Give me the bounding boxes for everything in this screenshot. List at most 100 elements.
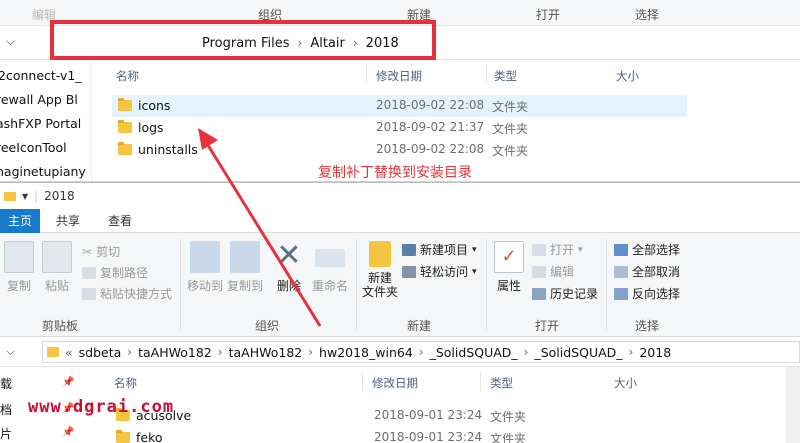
file-row[interactable]: uninstalls 2018-09-02 22:08 文件夹 [112,139,687,161]
file-date: 2018-09-02 22:08 [376,98,485,112]
folder-icon [116,430,130,443]
nav-pane-item[interactable]: 载 [0,375,12,392]
folder-icon [118,120,132,133]
background-explorer-window: 编辑 组织 新建 打开 选择 ⌵ Program Files › Altair … [0,0,800,182]
clipboard-icon [42,241,72,273]
file-row[interactable]: logs 2018-09-02 21:37 文件夹 [112,117,687,139]
chevron-down-icon[interactable]: ⌵ [6,34,15,49]
select-all-button[interactable]: 全部选择 [614,241,680,258]
copy-label: 复制 [6,279,31,293]
new-folder-icon [369,241,391,267]
ribbon-tabs: 主页 共享 查看 [0,209,800,233]
column-header-size[interactable]: 大小 [614,375,637,391]
paste-shortcut-icon [82,287,96,300]
invert-selection-button[interactable]: 反向选择 [614,285,680,302]
delete-button[interactable]: ✕ 删除 [272,241,306,294]
file-name: feko [136,430,163,443]
new-item-icon [402,243,416,256]
tab-share[interactable]: 共享 [48,209,88,233]
address-bar: ⌵ « sdbeta › taAHWo182 › taAHWo182 › hw2… [0,337,800,367]
column-header-date[interactable]: 修改日期 [376,68,422,84]
breadcrumb-item[interactable]: taAHWo182 [229,345,303,360]
chevron-right-icon[interactable]: › [218,345,223,359]
chevron-right-icon[interactable]: › [127,345,132,359]
select-none-button[interactable]: 全部取消 [614,263,680,280]
column-header-type[interactable]: 类型 [494,68,517,84]
chevron-down-icon[interactable]: ▾ [22,189,28,203]
file-date: 2018-09-02 21:37 [376,120,485,134]
paste-shortcut-button[interactable]: 粘贴快捷方式 [82,285,172,302]
breadcrumb-item[interactable]: _SolidSQUAD_ [430,345,518,360]
column-header-type[interactable]: 类型 [490,375,513,391]
column-divider[interactable] [486,64,487,84]
column-divider[interactable] [366,64,367,84]
foreground-explorer-window: ▾ | 2018 主页 共享 查看 复制 粘贴 ✂ 剪切 复制路径 粘贴快捷方式 [0,182,800,443]
move-to-button[interactable]: 移动到 [186,241,224,294]
edit-button[interactable]: 编辑 [532,263,574,280]
breadcrumb-item[interactable]: taAHWo182 [138,345,212,360]
file-row[interactable]: acusolve 2018-09-01 23:24 文件夹 [110,405,690,427]
new-item-button[interactable]: 新建项目 ▾ [402,241,477,258]
open-button[interactable]: 打开 ▾ [532,241,583,258]
cut-button[interactable]: ✂ 剪切 [82,243,120,260]
annotation-text: 复制补丁替换到安装目录 [318,165,472,181]
nav-pane-item[interactable]: naginetupiany [0,160,91,181]
paste-button[interactable]: 粘贴 [42,241,72,294]
file-date: 2018-09-01 23:24 [374,430,483,443]
pin-icon[interactable]: 📌 [62,377,74,388]
copy-path-button[interactable]: 复制路径 [82,264,148,281]
open-label: 打开 [550,243,575,257]
chevron-right-icon[interactable]: › [629,345,634,359]
tab-home[interactable]: 主页 [0,209,41,233]
breadcrumb-item[interactable]: sdbeta [79,345,122,360]
copy-button[interactable]: 复制 [4,241,34,294]
folder-icon [47,347,59,357]
overflow-chevron-icon[interactable]: « [65,345,73,360]
properties-button[interactable]: ✓ 属性 [492,241,526,294]
tab-view[interactable]: 查看 [100,209,140,233]
nav-pane-item[interactable]: 片 [0,425,12,442]
breadcrumb-item[interactable]: 2018 [639,345,671,360]
chevron-down-icon: ▾ [472,266,477,277]
column-header-size[interactable]: 大小 [616,68,639,84]
column-header-name[interactable]: 名称 [116,68,139,84]
chevron-down-icon: ▾ [472,244,477,255]
column-header-date[interactable]: 修改日期 [372,375,418,391]
nav-pane-item[interactable]: ashFXP Portal [0,112,91,136]
address-input[interactable]: « sdbeta › taAHWo182 › taAHWo182 › hw201… [42,341,800,363]
history-icon [532,287,546,300]
ribbon-label-open: 打开 [536,8,561,22]
column-divider[interactable] [362,371,363,391]
easy-access-icon [402,265,416,278]
title-bar: ▾ | 2018 [0,183,800,209]
chevron-right-icon[interactable]: › [308,345,313,359]
file-type: 文件夹 [492,144,529,158]
easy-access-button[interactable]: 轻松访问 ▾ [402,263,477,280]
scissors-icon: ✂ [82,244,93,259]
file-row[interactable]: feko 2018-09-01 23:24 文件夹 [110,427,690,443]
rename-button[interactable]: 重命名 [310,241,350,294]
chevron-down-icon[interactable]: ⌵ [6,344,15,359]
select-all-label: 全部选择 [632,243,681,257]
breadcrumb-item[interactable]: _SolidSQUAD_ [534,345,622,360]
column-header-name[interactable]: 名称 [114,375,137,391]
vertical-scrollbar[interactable] [786,367,800,443]
chevron-right-icon[interactable]: › [524,345,529,359]
breadcrumb-item[interactable]: hw2018_win64 [319,345,413,360]
divider: | [34,189,39,203]
copy-to-button[interactable]: 复制到 [226,241,264,294]
file-row[interactable]: icons 2018-09-02 22:08 文件夹 [112,95,687,117]
new-folder-label: 新建 文件夹 [361,271,398,299]
chevron-right-icon[interactable]: › [419,345,424,359]
nav-pane-item[interactable]: 档 [0,401,12,418]
history-button[interactable]: 历史记录 [532,285,598,302]
group-label-select: 选择 [635,319,660,333]
new-folder-button[interactable]: 新建 文件夹 [360,241,400,299]
nav-pane-item[interactable]: 2connect-v1_ [0,64,91,88]
nav-pane-item[interactable]: rewall App Bl [0,88,91,112]
pin-icon[interactable]: 📌 [62,427,74,438]
ribbon-separator [486,239,487,331]
nav-pane-item[interactable]: reeIconTool [0,136,91,160]
column-divider[interactable] [480,371,481,391]
ribbon: 复制 粘贴 ✂ 剪切 复制路径 粘贴快捷方式 剪贴板 移动到 复制到 ✕ 删除 … [0,233,800,337]
